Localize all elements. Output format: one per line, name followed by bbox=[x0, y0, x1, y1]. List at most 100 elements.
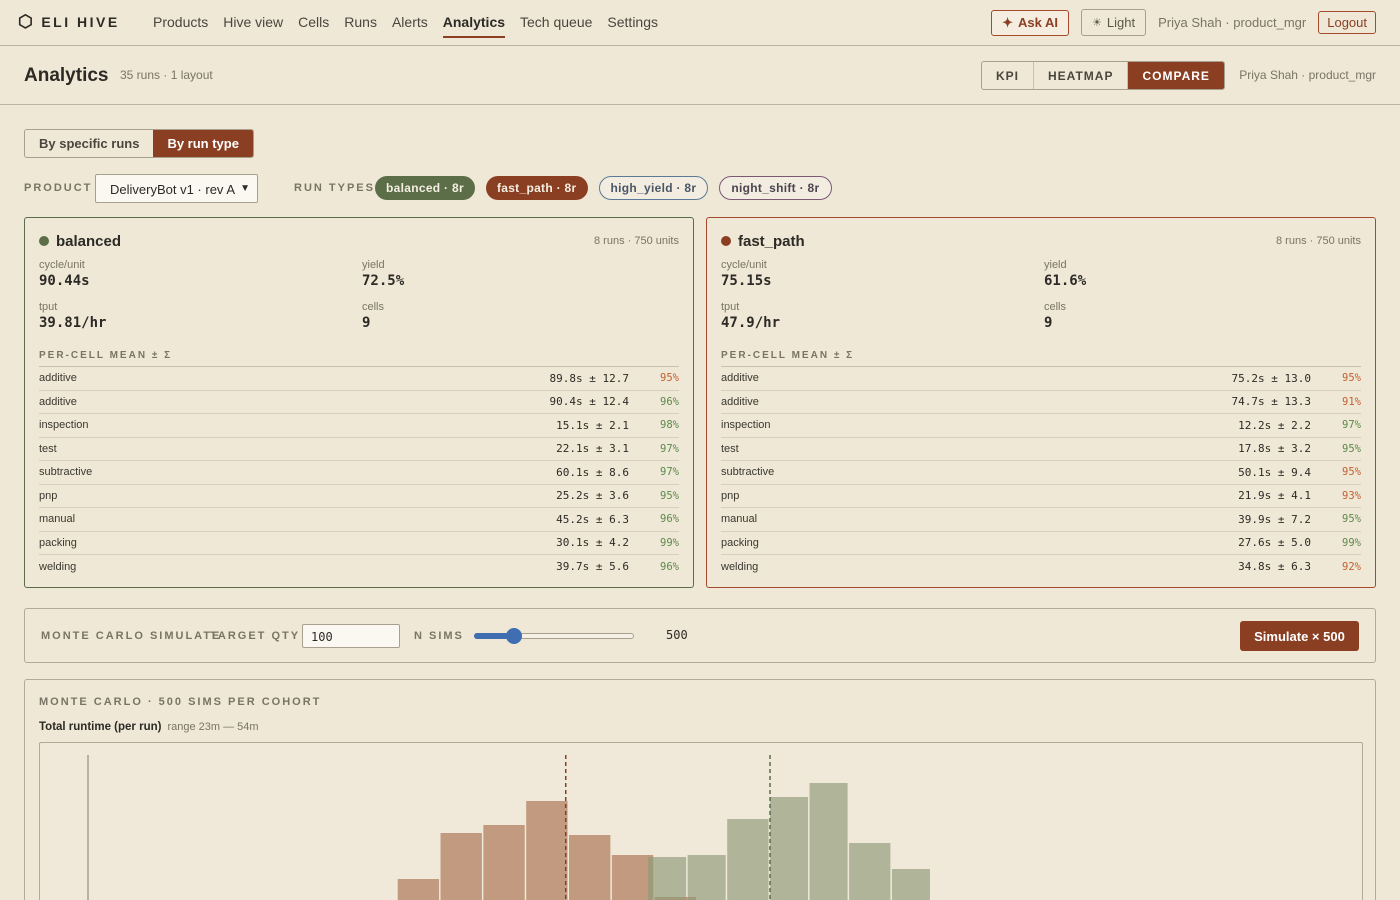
nav-link-products[interactable]: Products bbox=[153, 0, 208, 46]
tab-kpi[interactable]: KPI bbox=[982, 62, 1035, 89]
table-row: manual 39.9s ± 7.2 95% bbox=[721, 508, 1361, 532]
n-sims-label: N SIMS bbox=[414, 630, 464, 642]
mode-by-specific-runs[interactable]: By specific runs bbox=[25, 130, 153, 157]
histogram-bar-balanced bbox=[648, 857, 687, 900]
cohort-name: balanced bbox=[39, 233, 121, 250]
nav-link-runs[interactable]: Runs bbox=[344, 0, 377, 46]
brand-logo[interactable]: ⬡ ELI HIVE bbox=[18, 13, 120, 30]
theme-label: Light bbox=[1106, 15, 1136, 30]
cohort-metrics: cycle/unit 75.15s yield 61.6% tput 47.9/hr cel… bbox=[721, 259, 1361, 343]
metric-yield: yield 61.6% bbox=[1044, 259, 1244, 289]
metric-value: 75.15s bbox=[721, 273, 772, 289]
product-select[interactable]: DeliveryBot v1 · rev A ▼ bbox=[95, 174, 258, 203]
metric-cells: cells 9 bbox=[1044, 301, 1244, 331]
cohort-meta: 8 runs · 750 units bbox=[1276, 235, 1361, 247]
cell-pct: 91% bbox=[1342, 395, 1361, 408]
histogram-bar-balanced bbox=[891, 869, 930, 900]
table-row: subtractive 60.1s ± 8.6 97% bbox=[39, 461, 679, 485]
cell-pct: 96% bbox=[660, 395, 679, 408]
cohort-name-text: fast_path bbox=[738, 232, 805, 250]
ask-ai-button[interactable]: ✦ Ask AI bbox=[991, 9, 1070, 36]
table-row: packing 30.1s ± 4.2 99% bbox=[39, 532, 679, 555]
mc-subtitle: Total runtime (per run) range 23m — 54m bbox=[39, 721, 259, 733]
cell-mean: 30.1s ± 4.2 bbox=[556, 536, 629, 550]
cell-name: manual bbox=[39, 513, 76, 526]
metric-label: tput bbox=[721, 301, 740, 313]
nav-link-label: Tech queue bbox=[520, 14, 593, 30]
cell-pct: 99% bbox=[660, 536, 679, 549]
page-header: Analytics 35 runs · 1 layout KPI HEATMAP C… bbox=[0, 47, 1400, 105]
cell-name: packing bbox=[721, 536, 759, 549]
tab-compare[interactable]: COMPARE bbox=[1128, 62, 1224, 89]
cell-pct: 97% bbox=[660, 442, 679, 455]
target-qty-input[interactable]: 100 bbox=[302, 624, 400, 648]
slider-thumb[interactable] bbox=[506, 628, 522, 644]
nav-link-label: Analytics bbox=[442, 14, 506, 38]
nav-link-cells[interactable]: Cells bbox=[298, 0, 329, 46]
mc-range: range 23m — 54m bbox=[167, 721, 259, 733]
table-row: additive 89.8s ± 12.7 95% bbox=[39, 367, 679, 391]
nav-link-analytics[interactable]: Analytics bbox=[442, 0, 506, 46]
metric-cycle: cycle/unit 90.44s bbox=[39, 259, 239, 289]
chevron-down-icon: ▼ bbox=[240, 183, 250, 194]
mc-subtitle-text: Total runtime (per run) bbox=[39, 721, 162, 733]
cell-pct: 95% bbox=[1342, 372, 1361, 385]
cell-pct: 97% bbox=[660, 466, 679, 479]
metric-tput: tput 47.9/hr bbox=[721, 301, 921, 331]
user-label: Priya Shah · product_mgr bbox=[1158, 15, 1307, 30]
table-row: welding 39.7s ± 5.6 96% bbox=[39, 555, 679, 579]
metric-value: 61.6% bbox=[1044, 273, 1087, 289]
cell-pct: 99% bbox=[1342, 536, 1361, 549]
table-row: pnp 21.9s ± 4.1 93% bbox=[721, 485, 1361, 508]
cohort-metrics: cycle/unit 90.44s yield 72.5% tput 39.81/hr ce… bbox=[39, 259, 679, 343]
metric-value: 9 bbox=[362, 315, 371, 331]
nav-link-label: Runs bbox=[344, 14, 377, 30]
cell-mean: 15.1s ± 2.1 bbox=[556, 418, 629, 432]
metric-label: tput bbox=[39, 301, 58, 313]
mode-by-run-type[interactable]: By run type bbox=[153, 130, 253, 157]
simulate-button[interactable]: Simulate × 500 bbox=[1240, 621, 1359, 651]
run-type-chip[interactable]: night_shift · 8r bbox=[719, 176, 832, 200]
cell-mean: 21.9s ± 4.1 bbox=[1238, 489, 1311, 503]
cell-pct: 93% bbox=[1342, 489, 1361, 502]
nav-link-hive-view[interactable]: Hive view bbox=[223, 0, 283, 46]
product-label: PRODUCT bbox=[24, 182, 93, 194]
run-type-chip[interactable]: high_yield · 8r bbox=[598, 176, 709, 200]
cell-mean: 17.8s ± 3.2 bbox=[1238, 442, 1311, 456]
metric-cells: cells 9 bbox=[362, 301, 562, 331]
nav-link-tech-queue[interactable]: Tech queue bbox=[520, 0, 592, 46]
cell-name: inspection bbox=[721, 419, 771, 432]
cell-mean: 45.2s ± 6.3 bbox=[556, 512, 629, 526]
run-type-chip[interactable]: fast_path · 8r bbox=[485, 176, 588, 200]
table-row: test 17.8s ± 3.2 95% bbox=[721, 438, 1361, 461]
tab-heatmap[interactable]: HEATMAP bbox=[1034, 62, 1129, 89]
cell-mean: 39.7s ± 5.6 bbox=[556, 560, 629, 574]
nav-link-label: Hive view bbox=[223, 14, 284, 30]
table-row: welding 34.8s ± 6.3 92% bbox=[721, 555, 1361, 579]
metric-tput: tput 39.81/hr bbox=[39, 301, 239, 331]
cohort-meta: 8 runs · 750 units bbox=[594, 235, 679, 247]
histogram-bar-fast-path bbox=[397, 879, 440, 900]
cell-mean: 50.1s ± 9.4 bbox=[1238, 465, 1311, 479]
nav-link-alerts[interactable]: Alerts bbox=[392, 0, 428, 46]
n-sims-slider[interactable] bbox=[474, 628, 636, 644]
theme-toggle-button[interactable]: ☀ Light bbox=[1081, 9, 1147, 36]
logout-button[interactable]: Logout bbox=[1318, 11, 1376, 34]
cell-name: manual bbox=[721, 513, 758, 526]
metric-cycle: cycle/unit 75.15s bbox=[721, 259, 921, 289]
cell-name: packing bbox=[39, 536, 77, 549]
cell-mean: 74.7s ± 13.3 bbox=[1231, 395, 1311, 409]
nav-link-settings[interactable]: Settings bbox=[607, 0, 658, 46]
cohort-name-text: balanced bbox=[56, 232, 122, 250]
metric-value: 39.81/hr bbox=[39, 315, 107, 331]
cohort-card-fast-path: fast_path 8 runs · 750 units cycle/unit 75.… bbox=[706, 217, 1376, 588]
metric-yield: yield 72.5% bbox=[362, 259, 562, 289]
cell-pct: 95% bbox=[1342, 513, 1361, 526]
table-row: manual 45.2s ± 6.3 96% bbox=[39, 508, 679, 532]
metric-value: 72.5% bbox=[362, 273, 405, 289]
card-header: balanced 8 runs · 750 units bbox=[39, 232, 679, 250]
histogram-bar-balanced bbox=[687, 855, 726, 900]
run-type-chip[interactable]: balanced · 8r bbox=[375, 176, 475, 200]
histogram-bar-balanced bbox=[809, 783, 848, 900]
cell-mean: 39.9s ± 7.2 bbox=[1238, 512, 1311, 526]
